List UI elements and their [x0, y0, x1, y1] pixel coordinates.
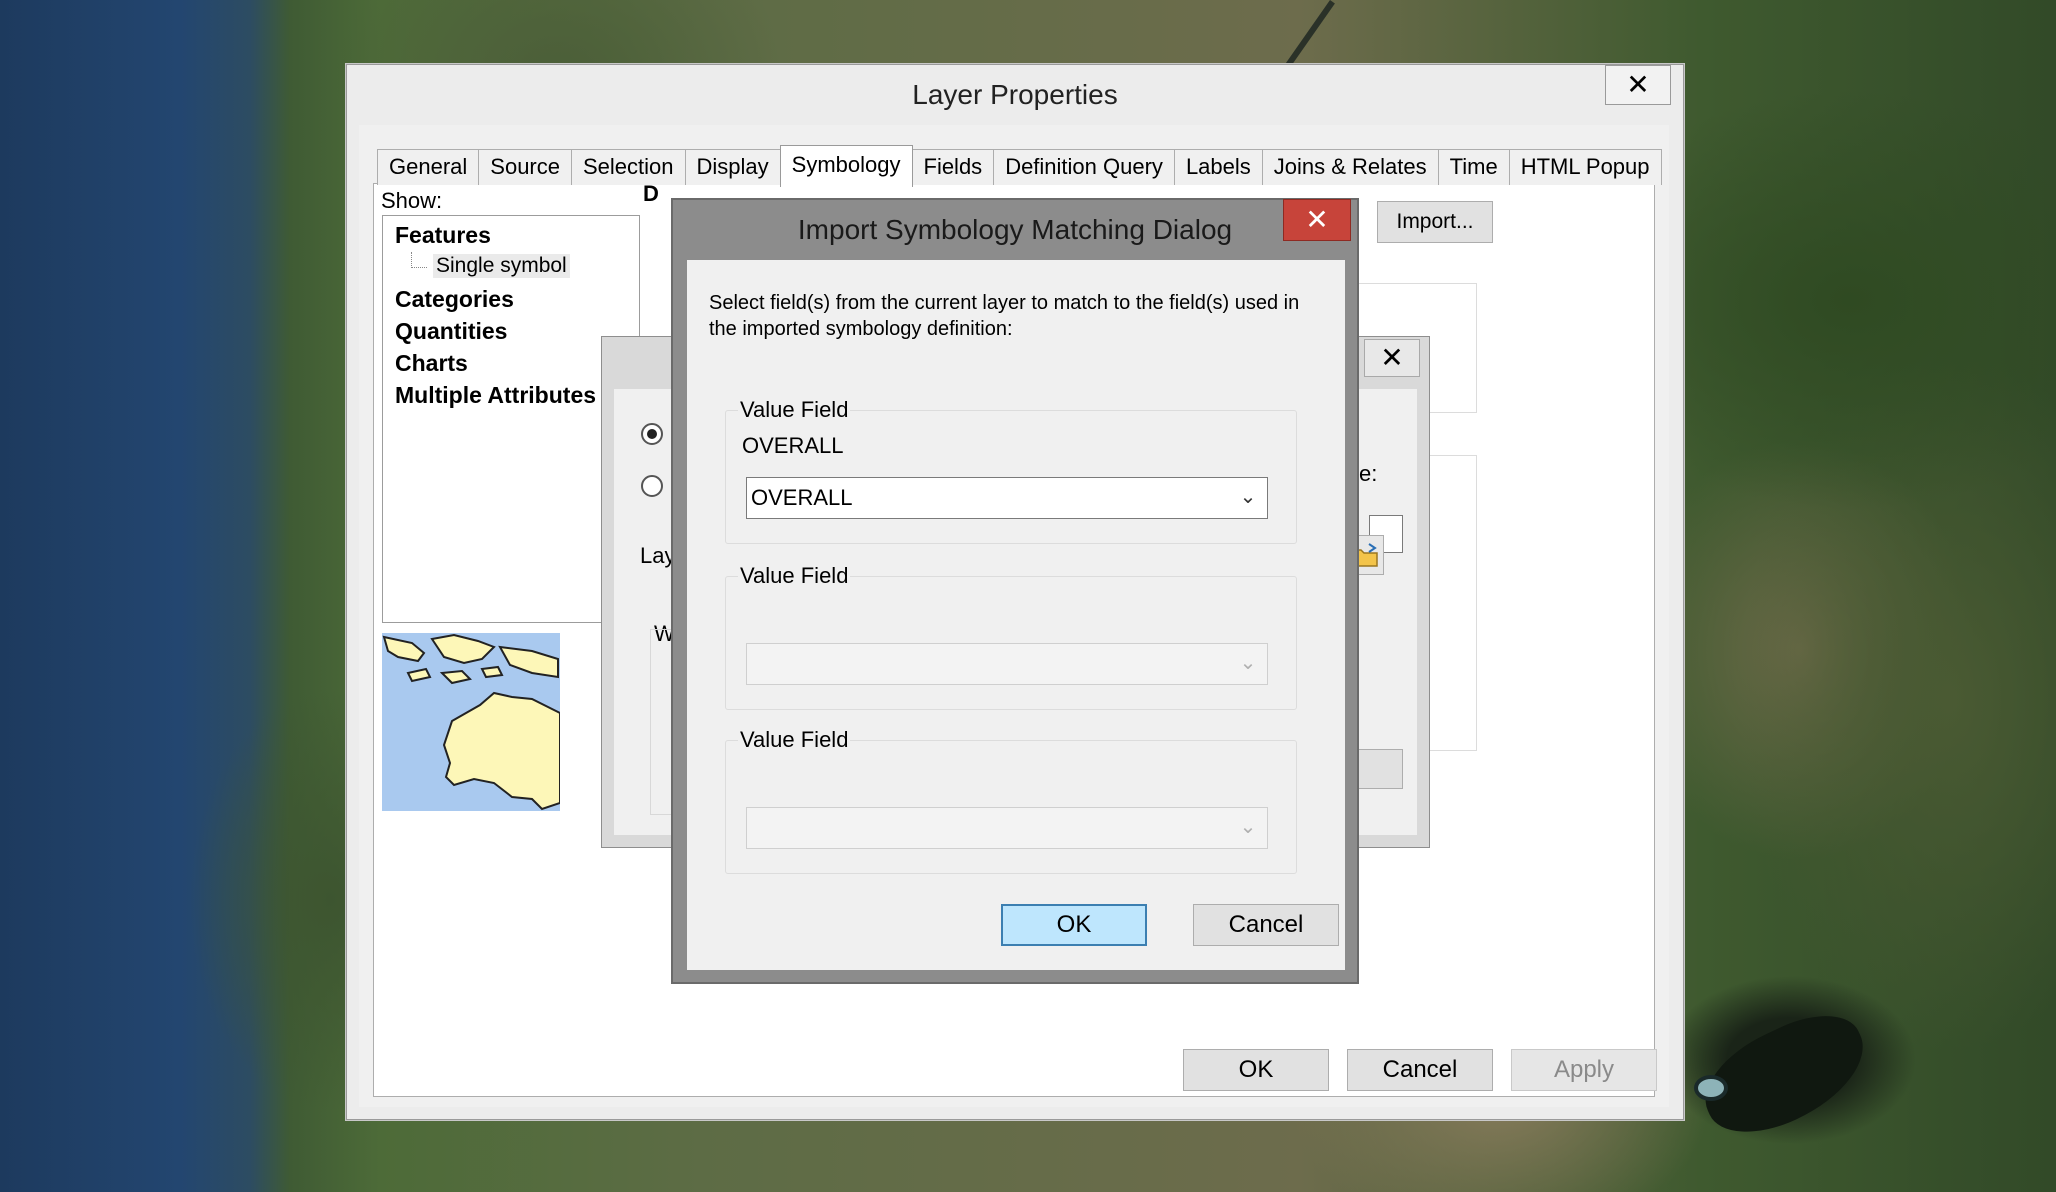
- tab-general[interactable]: General: [377, 149, 480, 185]
- radio-option-2[interactable]: [641, 475, 663, 497]
- show-label: Show:: [381, 188, 443, 213]
- group-label: Value Field: [738, 397, 851, 423]
- dialog-client-area: Select field(s) from the current layer t…: [687, 260, 1345, 970]
- tree-item-features[interactable]: Features: [395, 222, 491, 249]
- tab-fields[interactable]: Fields: [911, 149, 995, 185]
- value-field-select-1[interactable]: OVERALL ⌄: [746, 477, 1268, 519]
- value-field-select-3[interactable]: ⌄: [746, 807, 1268, 849]
- tab-source[interactable]: Source: [478, 149, 572, 185]
- tab-bar: General Source Selection Display Symbolo…: [377, 145, 1662, 187]
- partial-label-e: e:: [1359, 461, 1378, 486]
- value-field-group-1: Value Field OVERALL OVERALL ⌄: [725, 397, 1297, 544]
- chevron-down-icon[interactable]: ⌄: [1231, 810, 1265, 846]
- tab-display[interactable]: Display: [684, 149, 781, 185]
- tab-selection[interactable]: Selection: [571, 149, 686, 185]
- close-button[interactable]: ✕: [1605, 65, 1671, 105]
- tab-labels[interactable]: Labels: [1173, 149, 1263, 185]
- tree-connector: [411, 252, 427, 268]
- tree-item-label: Features: [395, 222, 491, 248]
- tab-html-popup[interactable]: HTML Popup: [1508, 149, 1662, 185]
- ok-button[interactable]: OK: [1183, 1049, 1329, 1091]
- tab-symbology[interactable]: Symbology: [779, 145, 913, 187]
- instructions-text: Select field(s) from the current layer t…: [709, 292, 1300, 340]
- value-field-select-2[interactable]: ⌄: [746, 643, 1268, 685]
- lake-feature: [1688, 998, 1882, 1152]
- source-field-name: OVERALL: [742, 433, 844, 458]
- import-symbology-matching-dialog: Import Symbology Matching Dialog ✕ Selec…: [671, 198, 1359, 984]
- chevron-down-icon[interactable]: ⌄: [1231, 646, 1265, 682]
- window-title: Layer Properties: [912, 79, 1118, 110]
- group-label: Value Field: [738, 727, 851, 753]
- value-field-group-2: Value Field ⌄: [725, 563, 1297, 710]
- selected-value: OVERALL: [751, 485, 853, 510]
- tree-item-single-symbol[interactable]: Single symbol: [433, 254, 570, 278]
- cancel-button[interactable]: Cancel: [1347, 1049, 1493, 1091]
- cancel-button[interactable]: Cancel: [1193, 904, 1339, 946]
- partial-label-d: D: [643, 181, 659, 206]
- symbology-preview-map: [382, 633, 560, 811]
- tree-item-categories[interactable]: Categories: [395, 286, 514, 313]
- import-button[interactable]: Import...: [1377, 201, 1493, 243]
- tab-joins-relates[interactable]: Joins & Relates: [1261, 149, 1439, 185]
- value-field-group-3: Value Field ⌄: [725, 727, 1297, 874]
- apply-button[interactable]: Apply: [1511, 1049, 1657, 1091]
- tree-item-charts[interactable]: Charts: [395, 350, 468, 377]
- radio-option-1[interactable]: [641, 423, 663, 445]
- small-lake-feature: [1694, 1075, 1728, 1101]
- group-label: Value Field: [738, 563, 851, 589]
- tab-definition-query[interactable]: Definition Query: [993, 149, 1175, 185]
- tree-item-multiple-attributes[interactable]: Multiple Attributes: [395, 382, 596, 409]
- close-button[interactable]: ✕: [1364, 339, 1420, 377]
- tab-time[interactable]: Time: [1437, 149, 1510, 185]
- australia-map-graphic: [382, 633, 560, 811]
- dialog-title: Import Symbology Matching Dialog: [797, 214, 1233, 245]
- close-button[interactable]: ✕: [1283, 199, 1351, 241]
- ok-button[interactable]: OK: [1001, 904, 1147, 946]
- chevron-down-icon[interactable]: ⌄: [1231, 480, 1265, 516]
- tree-item-quantities[interactable]: Quantities: [395, 318, 507, 345]
